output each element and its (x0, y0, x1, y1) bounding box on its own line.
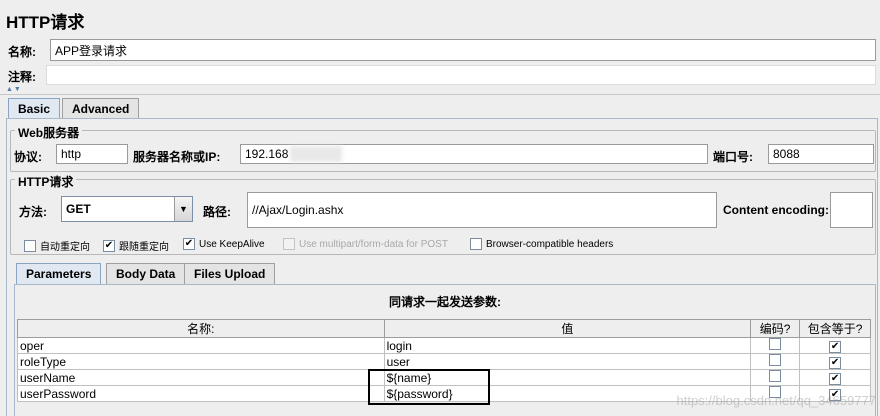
option-label: Browser-compatible headers (486, 238, 614, 250)
option-label: 跟随重定向 (119, 242, 169, 253)
path-input[interactable]: //Ajax/Login.ashx (247, 192, 717, 228)
highlight-box (368, 369, 490, 405)
param-name-cell[interactable]: userPassword (17, 385, 385, 402)
tab-basic[interactable]: Basic (8, 98, 61, 118)
watermark: https://blog.csdn.net/qq_34659777 (676, 393, 877, 408)
option-label: Use KeepAlive (199, 238, 265, 250)
tab-body-data[interactable]: Body Data (106, 263, 186, 284)
checkmark-icon[interactable]: ✔ (103, 239, 115, 252)
splitter-arrows-icon[interactable]: ▲▼ (6, 86, 22, 93)
content-encoding-label: Content encoding: (723, 203, 829, 217)
method-select[interactable]: GET ▼ (61, 196, 193, 222)
column-header-encode[interactable]: 编码? (750, 319, 801, 338)
redacted-blur (290, 146, 342, 162)
method-label: 方法: (19, 205, 47, 219)
checkmark-icon[interactable]: ✔ (829, 357, 842, 369)
comment-input[interactable] (46, 65, 876, 85)
include-equals-cell[interactable]: ✔ (799, 337, 871, 354)
param-name-cell[interactable]: roleType (17, 353, 385, 370)
option-keepalive[interactable]: ✔ Use KeepAlive (183, 238, 265, 250)
param-value-cell[interactable]: user (383, 353, 752, 370)
checkbox-disabled-icon (283, 238, 295, 250)
table-row[interactable]: oper login ✔ (17, 337, 871, 354)
option-label: Use multipart/form-data for POST (299, 238, 448, 250)
option-follow-redirect[interactable]: ✔ 跟随重定向 (103, 238, 169, 253)
name-input[interactable]: APP登录请求 (50, 39, 876, 61)
http-request-group-title: HTTP请求 (15, 173, 77, 190)
option-label: 自动重定向 (40, 242, 90, 253)
method-select-value: GET (66, 202, 91, 216)
checkmark-icon[interactable]: ✔ (829, 373, 842, 385)
encode-cell[interactable] (750, 369, 801, 386)
tab-files-upload[interactable]: Files Upload (184, 263, 276, 284)
page-title: HTTP请求 (6, 13, 85, 32)
column-header-value[interactable]: 值 (383, 319, 752, 338)
checkbox-unchecked-icon[interactable] (769, 338, 782, 350)
checkmark-icon[interactable]: ✔ (829, 341, 842, 353)
table-row[interactable]: roleType user ✔ (17, 353, 871, 370)
column-header-include-equals[interactable]: 包含等于? (799, 319, 871, 338)
checkbox-unchecked-icon[interactable] (470, 238, 482, 250)
option-browser-headers[interactable]: Browser-compatible headers (470, 238, 613, 250)
param-value-cell[interactable]: login (383, 337, 752, 354)
port-input[interactable]: 8088 (768, 144, 874, 164)
checkbox-unchecked-icon[interactable] (769, 354, 782, 366)
chevron-down-icon[interactable]: ▼ (174, 197, 192, 221)
option-multipart: Use multipart/form-data for POST (283, 238, 448, 250)
port-label: 端口号: (713, 150, 753, 164)
web-server-group-title: Web服务器 (15, 124, 83, 141)
encode-cell[interactable] (750, 353, 801, 370)
option-auto-redirect[interactable]: 自动重定向 (24, 238, 90, 253)
tab-advanced[interactable]: Advanced (62, 98, 140, 118)
param-name-cell[interactable]: oper (17, 337, 385, 354)
server-label: 服务器名称或IP: (133, 150, 221, 164)
checkbox-unchecked-icon[interactable] (769, 370, 782, 382)
params-caption: 同请求一起发送参数: (389, 295, 501, 309)
protocol-input[interactable]: http (56, 144, 128, 164)
name-label: 名称: (8, 45, 36, 59)
tab-parameters[interactable]: Parameters (16, 263, 102, 285)
protocol-label: 协议: (14, 150, 42, 164)
include-equals-cell[interactable]: ✔ (799, 369, 871, 386)
column-header-name[interactable]: 名称: (17, 319, 385, 338)
checkmark-icon[interactable]: ✔ (183, 238, 195, 250)
checkbox-unchecked-icon[interactable] (24, 239, 36, 252)
path-label: 路径: (203, 205, 231, 219)
comment-label: 注释: (8, 70, 36, 84)
divider (0, 94, 880, 95)
encode-cell[interactable] (750, 337, 801, 354)
param-name-cell[interactable]: userName (17, 369, 385, 386)
include-equals-cell[interactable]: ✔ (799, 353, 871, 370)
content-encoding-input[interactable] (830, 192, 873, 228)
